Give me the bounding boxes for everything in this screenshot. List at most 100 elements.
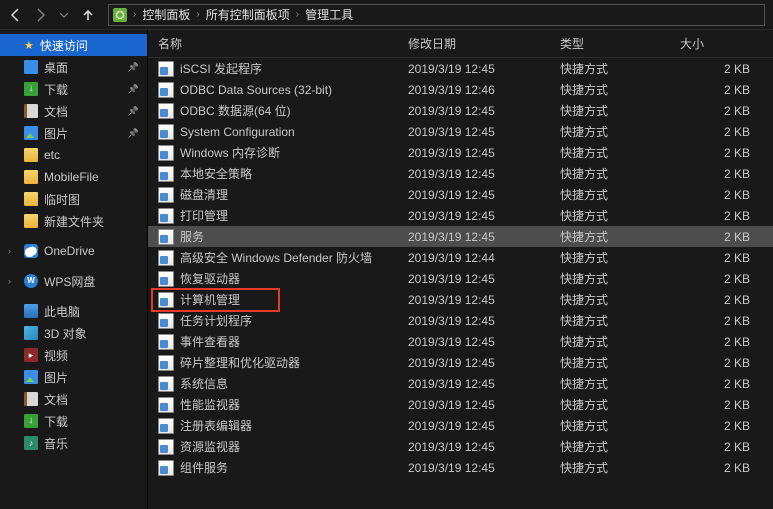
file-row[interactable]: 本地安全策略2019/3/19 12:45快捷方式2 KB: [148, 163, 773, 184]
file-size: 2 KB: [680, 272, 758, 286]
chevron-right-icon: ›: [8, 276, 18, 286]
file-type: 快捷方式: [560, 186, 680, 203]
file-row[interactable]: 碎片整理和优化驱动器2019/3/19 12:45快捷方式2 KB: [148, 352, 773, 373]
folder-icon: [24, 436, 38, 450]
address-bar[interactable]: › 控制面板 › 所有控制面板项 › 管理工具: [108, 4, 765, 26]
forward-button[interactable]: [32, 7, 48, 23]
sidebar-item[interactable]: 视频: [0, 344, 147, 366]
file-date: 2019/3/19 12:45: [408, 377, 560, 391]
file-row[interactable]: 任务计划程序2019/3/19 12:45快捷方式2 KB: [148, 310, 773, 331]
up-button[interactable]: [80, 7, 96, 23]
file-row[interactable]: ODBC 数据源(64 位)2019/3/19 12:45快捷方式2 KB: [148, 100, 773, 121]
folder-icon: [24, 126, 38, 140]
file-name: 高级安全 Windows Defender 防火墙: [180, 249, 372, 266]
file-row[interactable]: ODBC Data Sources (32-bit)2019/3/19 12:4…: [148, 79, 773, 100]
breadcrumb[interactable]: 所有控制面板项: [206, 6, 290, 23]
sidebar-item-label: 临时图: [44, 191, 80, 208]
breadcrumb[interactable]: 管理工具: [305, 6, 353, 23]
file-size: 2 KB: [680, 251, 758, 265]
file-row[interactable]: 注册表编辑器2019/3/19 12:45快捷方式2 KB: [148, 415, 773, 436]
sidebar-item[interactable]: 图片: [0, 366, 147, 388]
file-row[interactable]: 恢复驱动器2019/3/19 12:45快捷方式2 KB: [148, 268, 773, 289]
file-row[interactable]: 组件服务2019/3/19 12:45快捷方式2 KB: [148, 457, 773, 478]
file-row[interactable]: 高级安全 Windows Defender 防火墙2019/3/19 12:44…: [148, 247, 773, 268]
file-name: 服务: [180, 228, 204, 245]
sidebar-item[interactable]: 新建文件夹: [0, 210, 147, 232]
column-header-date[interactable]: 修改日期: [408, 35, 560, 52]
file-row[interactable]: 磁盘清理2019/3/19 12:45快捷方式2 KB: [148, 184, 773, 205]
recent-dropdown[interactable]: [56, 7, 72, 23]
file-date: 2019/3/19 12:45: [408, 188, 560, 202]
column-header-name[interactable]: 名称: [148, 35, 408, 52]
file-type: 快捷方式: [560, 81, 680, 98]
file-type: 快捷方式: [560, 249, 680, 266]
file-size: 2 KB: [680, 314, 758, 328]
shortcut-icon: [158, 166, 174, 182]
shortcut-icon: [158, 61, 174, 77]
file-name: 注册表编辑器: [180, 417, 252, 434]
shortcut-icon: [158, 439, 174, 455]
sidebar-item[interactable]: 文档: [0, 100, 147, 122]
file-row[interactable]: System Configuration2019/3/19 12:45快捷方式2…: [148, 121, 773, 142]
sidebar-item[interactable]: 3D 对象: [0, 322, 147, 344]
sidebar-item[interactable]: 桌面: [0, 56, 147, 78]
file-name: 碎片整理和优化驱动器: [180, 354, 300, 371]
file-date: 2019/3/19 12:45: [408, 335, 560, 349]
shortcut-icon: [158, 229, 174, 245]
shortcut-icon: [158, 334, 174, 350]
column-header-type[interactable]: 类型: [560, 35, 680, 52]
sidebar-item[interactable]: etc: [0, 144, 147, 166]
file-row[interactable]: 资源监视器2019/3/19 12:45快捷方式2 KB: [148, 436, 773, 457]
shortcut-icon: [158, 397, 174, 413]
file-name: 资源监视器: [180, 438, 240, 455]
sidebar-item-label: 桌面: [44, 59, 68, 76]
folder-icon: [24, 370, 38, 384]
sidebar-quick-access[interactable]: ★ 快速访问: [0, 34, 147, 56]
file-size: 2 KB: [680, 104, 758, 118]
folder-icon: [24, 326, 38, 340]
file-date: 2019/3/19 12:45: [408, 104, 560, 118]
file-row[interactable]: 事件查看器2019/3/19 12:45快捷方式2 KB: [148, 331, 773, 352]
chevron-right-icon: ›: [133, 9, 136, 20]
sidebar-onedrive[interactable]: › OneDrive: [0, 240, 147, 262]
file-date: 2019/3/19 12:45: [408, 62, 560, 76]
sidebar-item[interactable]: 图片: [0, 122, 147, 144]
file-row[interactable]: 计算机管理2019/3/19 12:45快捷方式2 KB: [148, 289, 773, 310]
folder-icon: [24, 82, 38, 96]
sidebar-item[interactable]: 文档: [0, 388, 147, 410]
sidebar-item[interactable]: 临时图: [0, 188, 147, 210]
sidebar-this-pc[interactable]: 此电脑: [0, 300, 147, 322]
file-size: 2 KB: [680, 440, 758, 454]
file-name: ODBC 数据源(64 位): [180, 102, 291, 119]
file-row[interactable]: 服务2019/3/19 12:45快捷方式2 KB: [148, 226, 773, 247]
file-type: 快捷方式: [560, 291, 680, 308]
file-size: 2 KB: [680, 83, 758, 97]
file-row[interactable]: 系统信息2019/3/19 12:45快捷方式2 KB: [148, 373, 773, 394]
column-header-size[interactable]: 大小: [680, 35, 758, 52]
folder-icon: [24, 214, 38, 228]
file-row[interactable]: 打印管理2019/3/19 12:45快捷方式2 KB: [148, 205, 773, 226]
back-button[interactable]: [8, 7, 24, 23]
sidebar-item[interactable]: 音乐: [0, 432, 147, 454]
file-date: 2019/3/19 12:45: [408, 419, 560, 433]
file-row[interactable]: 性能监视器2019/3/19 12:45快捷方式2 KB: [148, 394, 773, 415]
file-row[interactable]: iSCSI 发起程序2019/3/19 12:45快捷方式2 KB: [148, 58, 773, 79]
shortcut-icon: [158, 250, 174, 266]
sidebar-item[interactable]: 下载: [0, 78, 147, 100]
file-type: 快捷方式: [560, 459, 680, 476]
file-row[interactable]: Windows 内存诊断2019/3/19 12:45快捷方式2 KB: [148, 142, 773, 163]
file-date: 2019/3/19 12:45: [408, 398, 560, 412]
file-size: 2 KB: [680, 62, 758, 76]
sidebar-item-label: 下载: [44, 413, 68, 430]
sidebar-item[interactable]: MobileFile: [0, 166, 147, 188]
file-size: 2 KB: [680, 230, 758, 244]
sidebar-item[interactable]: 下载: [0, 410, 147, 432]
file-size: 2 KB: [680, 167, 758, 181]
breadcrumb[interactable]: 控制面板: [142, 6, 190, 23]
sidebar-label: 此电脑: [44, 303, 80, 320]
sidebar-item-label: 音乐: [44, 435, 68, 452]
file-type: 快捷方式: [560, 375, 680, 392]
file-size: 2 KB: [680, 335, 758, 349]
sidebar-wps[interactable]: › WPS网盘: [0, 270, 147, 292]
column-headers: 名称 修改日期 类型 大小: [148, 30, 773, 58]
